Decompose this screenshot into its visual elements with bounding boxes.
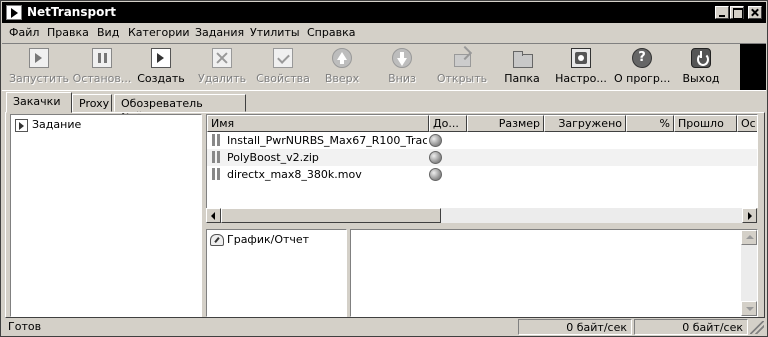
toolbar: Запустить Останов... Создать Удалить Сво… bbox=[2, 43, 766, 91]
pause-icon bbox=[92, 48, 112, 68]
settings-icon bbox=[571, 48, 591, 68]
new-task-icon bbox=[151, 48, 171, 68]
status-ball-icon bbox=[429, 168, 442, 181]
exit-label: Выход bbox=[682, 72, 720, 85]
scroll-down-button[interactable] bbox=[741, 301, 757, 316]
tab-downloads[interactable]: Закачки bbox=[6, 92, 72, 113]
move-up-button[interactable]: Вверх bbox=[322, 48, 362, 90]
start-label: Запустить bbox=[9, 72, 69, 85]
paused-icon bbox=[211, 134, 221, 146]
row-name: Install_PwrNURBS_Max67_R100_Trac... bbox=[227, 134, 427, 147]
scroll-up-button[interactable] bbox=[741, 230, 757, 245]
column-size[interactable]: Размер bbox=[467, 115, 544, 132]
tab-strip: Закачки Proxy Обозреватель Сайтов bbox=[2, 92, 766, 123]
about-icon: ? bbox=[632, 48, 652, 68]
open-label: Открыть bbox=[436, 72, 488, 85]
folder-label: Папка bbox=[504, 72, 540, 85]
properties-icon bbox=[273, 48, 293, 68]
table-row[interactable]: directx_max8_380k.mov bbox=[207, 166, 757, 183]
settings-label: Настро... bbox=[555, 72, 607, 85]
stop-button[interactable]: Останов... bbox=[72, 48, 132, 90]
window-title: NetTransport bbox=[27, 5, 116, 19]
create-label: Создать bbox=[137, 72, 185, 85]
row-name: PolyBoost_v2.zip bbox=[227, 151, 319, 164]
row-name: directx_max8_380k.mov bbox=[227, 168, 362, 181]
graph-pane[interactable]: График/Отчет bbox=[206, 229, 347, 317]
stop-label: Останов... bbox=[72, 72, 132, 85]
start-button[interactable]: Запустить bbox=[8, 48, 70, 90]
delete-label: Удалить bbox=[197, 72, 247, 85]
app-window: NetTransport Файл Правка Вид Категории З… bbox=[0, 0, 768, 337]
column-remaining[interactable]: Ос bbox=[737, 115, 757, 132]
tab-site-browser[interactable]: Обозреватель Сайтов bbox=[114, 94, 246, 123]
status-ball-icon bbox=[429, 134, 442, 147]
horizontal-scrollbar[interactable] bbox=[206, 208, 758, 224]
move-down-label: Вниз bbox=[388, 72, 416, 85]
folder-icon bbox=[512, 48, 533, 68]
menu-tasks[interactable]: Задания bbox=[195, 26, 244, 39]
properties-button[interactable]: Свойства bbox=[255, 48, 311, 90]
column-elapsed[interactable]: Прошло bbox=[674, 115, 737, 132]
scroll-left-button[interactable] bbox=[206, 208, 221, 223]
menu-help[interactable]: Справка bbox=[307, 26, 355, 39]
status-text: Готов bbox=[8, 320, 42, 333]
properties-label: Свойства bbox=[256, 72, 310, 85]
close-button[interactable] bbox=[748, 6, 762, 19]
exit-icon bbox=[691, 48, 711, 68]
toolbar-end-block bbox=[740, 44, 766, 90]
task-icon bbox=[15, 118, 28, 132]
gauge-icon bbox=[210, 234, 224, 246]
about-label: О прогр... bbox=[614, 72, 671, 85]
status-ball-icon bbox=[429, 151, 442, 164]
column-name[interactable]: Имя bbox=[207, 115, 429, 132]
menu-categories[interactable]: Категории bbox=[128, 26, 190, 39]
column-status[interactable]: До... bbox=[429, 115, 467, 132]
paused-icon bbox=[211, 151, 221, 163]
column-percent[interactable]: % bbox=[626, 115, 674, 132]
delete-icon bbox=[212, 48, 232, 68]
arrow-down-icon bbox=[392, 48, 412, 68]
folder-button[interactable]: Папка bbox=[502, 48, 542, 90]
menu-utilities[interactable]: Утилиты bbox=[250, 26, 300, 39]
graph-report-item[interactable]: График/Отчет bbox=[210, 233, 309, 246]
report-pane[interactable] bbox=[350, 229, 758, 317]
paused-icon bbox=[211, 168, 221, 180]
scroll-thumb[interactable] bbox=[221, 208, 441, 223]
menu-view[interactable]: Вид bbox=[97, 26, 119, 39]
title-bar[interactable]: NetTransport bbox=[2, 2, 766, 23]
scroll-right-button[interactable] bbox=[742, 208, 757, 223]
move-down-button[interactable]: Вниз bbox=[382, 48, 422, 90]
app-logo-icon bbox=[6, 5, 22, 20]
open-icon bbox=[452, 48, 472, 68]
play-page-icon bbox=[29, 48, 49, 68]
graph-report-label: График/Отчет bbox=[227, 233, 310, 246]
exit-button[interactable]: Выход bbox=[680, 48, 722, 90]
tree-item-label: Задание bbox=[32, 118, 82, 131]
download-speed: 0 байт/сек bbox=[518, 319, 632, 335]
settings-button[interactable]: Настро... bbox=[553, 48, 609, 90]
arrow-up-icon bbox=[332, 48, 352, 68]
delete-button[interactable]: Удалить bbox=[197, 48, 247, 90]
tab-proxy[interactable]: Proxy bbox=[72, 94, 112, 112]
menu-edit[interactable]: Правка bbox=[47, 26, 89, 39]
table-row[interactable]: Install_PwrNURBS_Max67_R100_Trac... bbox=[207, 132, 757, 149]
minimize-button[interactable] bbox=[715, 6, 729, 19]
upload-speed: 0 байт/сек bbox=[634, 319, 748, 335]
column-downloaded[interactable]: Загружено bbox=[544, 115, 626, 132]
menu-bar: Файл Правка Вид Категории Задания Утилит… bbox=[2, 24, 766, 42]
menu-file[interactable]: Файл bbox=[9, 26, 39, 39]
maximize-button[interactable] bbox=[730, 6, 744, 19]
about-button[interactable]: ? О прогр... bbox=[614, 48, 670, 90]
status-bar: Готов 0 байт/сек 0 байт/сек bbox=[2, 319, 766, 336]
vertical-scrollbar[interactable] bbox=[741, 230, 757, 316]
move-up-label: Вверх bbox=[324, 72, 360, 85]
create-button[interactable]: Создать bbox=[136, 48, 186, 90]
resize-grip-icon[interactable] bbox=[750, 321, 764, 334]
open-button[interactable]: Открыть bbox=[435, 48, 489, 90]
tree-item-task[interactable]: Задание bbox=[15, 118, 81, 132]
task-tree[interactable]: Задание bbox=[10, 114, 202, 317]
table-row[interactable]: PolyBoost_v2.zip bbox=[207, 149, 757, 166]
